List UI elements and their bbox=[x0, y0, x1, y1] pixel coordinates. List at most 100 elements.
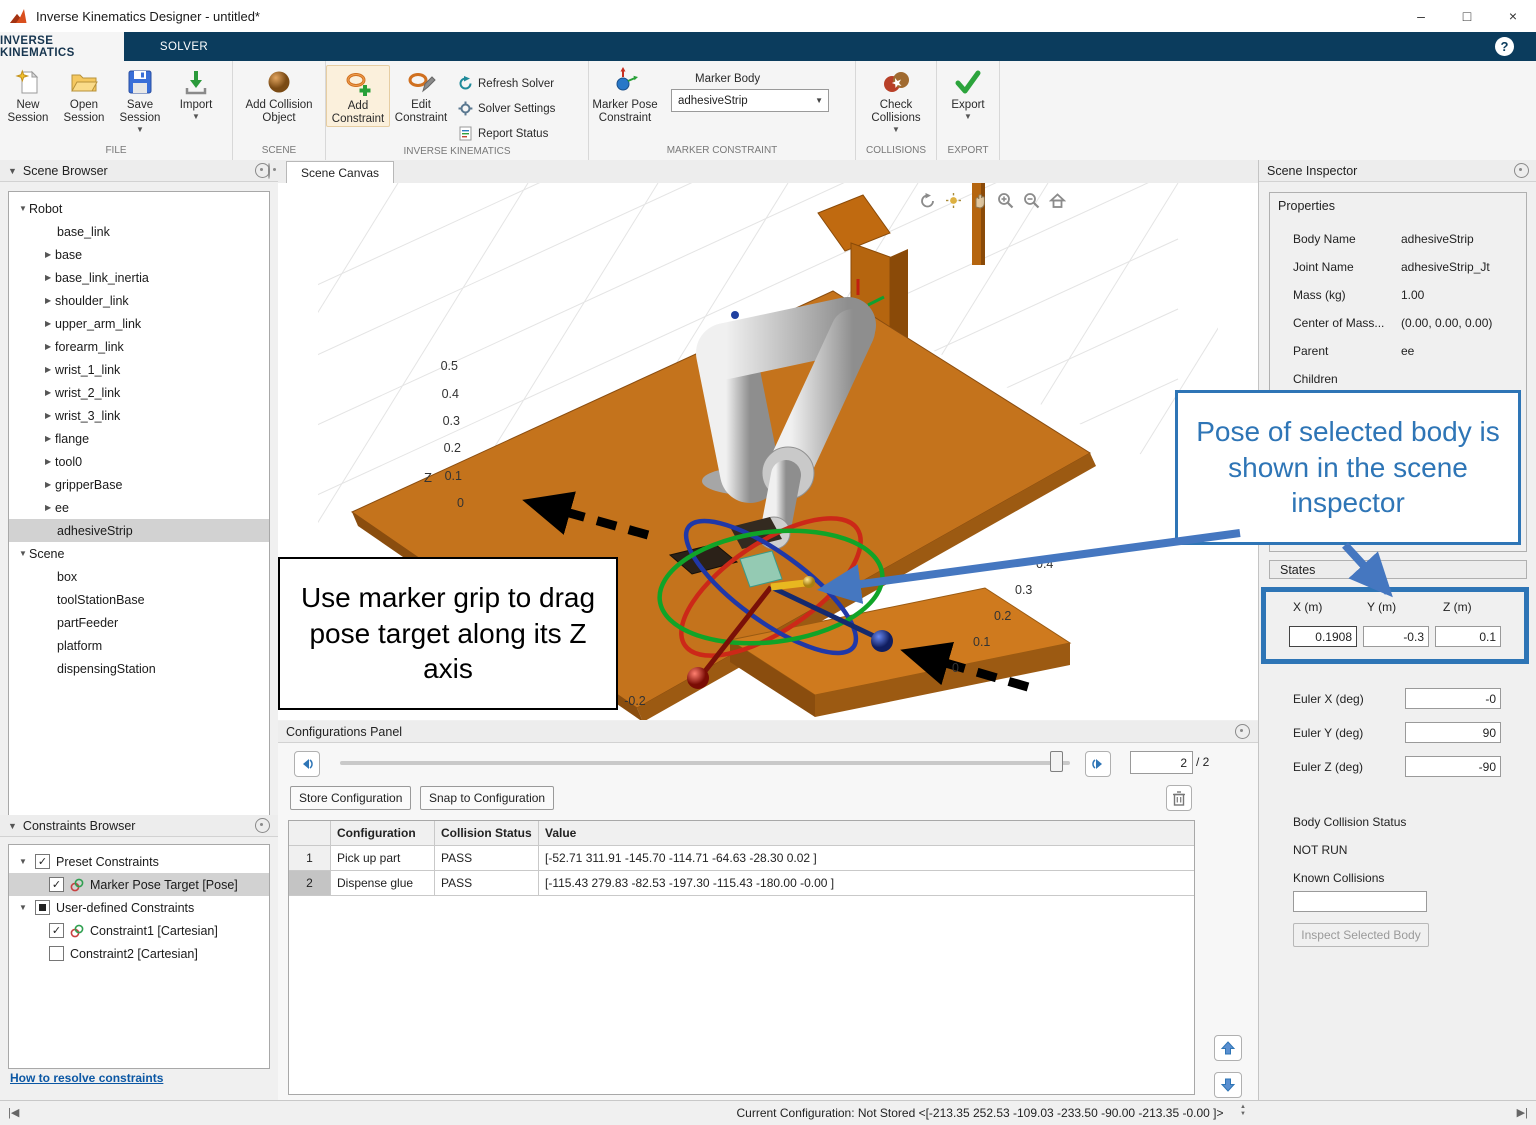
expand-panel-icon[interactable]: ▲ ▼ bbox=[1240, 1104, 1246, 1118]
lighting-icon[interactable] bbox=[944, 191, 963, 210]
move-row-down-button[interactable] bbox=[1214, 1072, 1242, 1098]
constraint2-checkbox[interactable] bbox=[49, 946, 64, 961]
tree-item-dispensingStation[interactable]: dispensingStation bbox=[9, 657, 269, 680]
check-collisions-button[interactable]: Check Collisions ▼ bbox=[862, 65, 930, 134]
panel-options-icon[interactable] bbox=[1235, 724, 1250, 739]
configuration-slider-handle[interactable] bbox=[1050, 751, 1063, 772]
tree-item-forearm-link[interactable]: ▶ forearm_link bbox=[9, 335, 269, 358]
tree-item-wrist-3-link[interactable]: ▶ wrist_3_link bbox=[9, 404, 269, 427]
save-session-button[interactable]: Save Session ▼ bbox=[112, 65, 168, 134]
close-button[interactable]: × bbox=[1490, 0, 1536, 32]
tree-item-base-link-inertia[interactable]: ▶ base_link_inertia bbox=[9, 266, 269, 289]
store-configuration-button[interactable]: Store Configuration bbox=[290, 786, 412, 810]
annotation-inspector-text: Pose of selected body is shown in the sc… bbox=[1196, 415, 1500, 519]
tree-item-ee[interactable]: ▶ ee bbox=[9, 496, 269, 519]
panel-options-icon[interactable] bbox=[255, 818, 270, 833]
constraint1-checkbox[interactable]: ✓ bbox=[49, 923, 64, 938]
move-row-up-button[interactable] bbox=[1214, 1035, 1242, 1061]
preset-constraints-node[interactable]: ▼ ✓ Preset Constraints bbox=[9, 850, 269, 873]
table-row[interactable]: 2 Dispense glue PASS [-115.43 279.83 -82… bbox=[289, 871, 1194, 896]
user-constraints-node[interactable]: ▼ User-defined Constraints bbox=[9, 896, 269, 919]
collapse-panel-icon[interactable]: ▼ bbox=[8, 821, 17, 831]
tree-item-wrist-1-link[interactable]: ▶ wrist_1_link bbox=[9, 358, 269, 381]
property-label: Mass (kg) bbox=[1293, 288, 1346, 302]
tree-item-tool0[interactable]: ▶ tool0 bbox=[9, 450, 269, 473]
z-tick: 0.4 bbox=[442, 387, 459, 401]
add-constraint-button[interactable]: Add Constraint bbox=[326, 65, 390, 127]
tree-item-flange[interactable]: ▶ flange bbox=[9, 427, 269, 450]
tab-inverse-kinematics[interactable]: INVERSE KINEMATICS bbox=[0, 32, 124, 61]
collapse-right-panel-icon[interactable]: ▶| bbox=[1517, 1106, 1528, 1119]
help-icon[interactable]: ? bbox=[1495, 37, 1514, 56]
expand-arrow-icon: ▶ bbox=[45, 434, 52, 443]
constraint1-item[interactable]: ✓ Constraint1 [Cartesian] bbox=[9, 919, 269, 942]
tree-item-wrist-2-link[interactable]: ▶ wrist_2_link bbox=[9, 381, 269, 404]
configuration-index-input[interactable]: 2 bbox=[1130, 751, 1193, 774]
tree-item-box[interactable]: box bbox=[9, 565, 269, 588]
export-button[interactable]: Export ▼ bbox=[940, 65, 996, 121]
expand-arrow-icon: ▶ bbox=[45, 388, 52, 397]
minimize-button[interactable]: – bbox=[1398, 0, 1444, 32]
known-collisions-input[interactable] bbox=[1293, 891, 1427, 912]
maximize-button[interactable]: □ bbox=[1444, 0, 1490, 32]
zoom-in-icon[interactable] bbox=[996, 191, 1015, 210]
marker-body-dropdown[interactable]: adhesiveStrip ▼ bbox=[671, 89, 829, 112]
tree-item-upper-arm-link[interactable]: ▶ upper_arm_link bbox=[9, 312, 269, 335]
tree-item-platform[interactable]: platform bbox=[9, 634, 269, 657]
solver-settings-button[interactable]: Solver Settings bbox=[452, 96, 561, 121]
marker-pose-target-item[interactable]: ✓ Marker Pose Target [Pose] bbox=[9, 873, 269, 896]
preset-constraints-checkbox[interactable]: ✓ bbox=[35, 854, 50, 869]
zoom-out-icon[interactable] bbox=[1022, 191, 1041, 210]
states-section-header: States bbox=[1269, 560, 1527, 579]
report-status-button[interactable]: Report Status bbox=[452, 121, 561, 146]
tree-item-adhesiveStrip[interactable]: adhesiveStrip bbox=[9, 519, 269, 542]
tree-node-robot[interactable]: ▼ Robot bbox=[9, 197, 269, 220]
tree-item-partFeeder[interactable]: partFeeder bbox=[9, 611, 269, 634]
new-session-button[interactable]: New Session bbox=[0, 65, 56, 125]
panel-options-icon[interactable] bbox=[268, 163, 270, 179]
pan-hand-icon[interactable] bbox=[970, 191, 989, 210]
tree-node-scene[interactable]: ▼ Scene bbox=[9, 542, 269, 565]
marker-pose-target-checkbox[interactable]: ✓ bbox=[49, 877, 64, 892]
group-collisions: Check Collisions ▼ COLLISIONS bbox=[856, 61, 937, 160]
euler-y-input[interactable]: 90 bbox=[1405, 722, 1501, 743]
configuration-slider[interactable] bbox=[340, 761, 1070, 765]
collapse-left-panel-icon[interactable]: |◀ bbox=[8, 1106, 19, 1119]
constraint2-item[interactable]: Constraint2 [Cartesian] bbox=[9, 942, 269, 965]
open-session-icon bbox=[71, 74, 98, 92]
marker-grip-red-sphere[interactable] bbox=[687, 667, 709, 689]
import-button[interactable]: Import ▼ bbox=[168, 65, 224, 121]
marker-grip-gold-sphere[interactable] bbox=[803, 576, 815, 588]
user-constraints-checkbox[interactable] bbox=[35, 900, 50, 915]
marker-grip-blue-sphere[interactable] bbox=[871, 630, 893, 652]
tab-solver[interactable]: SOLVER bbox=[124, 32, 244, 61]
inspect-selected-body-button[interactable]: Inspect Selected Body bbox=[1293, 923, 1429, 947]
marker-pose-constraint-button[interactable]: Marker Pose Constraint bbox=[589, 65, 661, 125]
panel-options-icon[interactable] bbox=[1514, 163, 1529, 178]
constraint-rings-icon bbox=[70, 924, 84, 937]
rotate-3d-icon[interactable] bbox=[918, 191, 937, 210]
next-configuration-button[interactable] bbox=[1085, 751, 1111, 777]
euler-x-input[interactable]: -0 bbox=[1405, 688, 1501, 709]
prev-configuration-button[interactable] bbox=[294, 751, 320, 777]
tree-item-gripperBase[interactable]: ▶ gripperBase bbox=[9, 473, 269, 496]
tree-item-toolStationBase[interactable]: toolStationBase bbox=[9, 588, 269, 611]
annotation-marker-text: Use marker grip to drag pose target alon… bbox=[300, 581, 596, 685]
collapse-panel-icon[interactable]: ▼ bbox=[8, 166, 17, 176]
scene-canvas-tab[interactable]: Scene Canvas bbox=[286, 161, 395, 183]
delete-configuration-button[interactable] bbox=[1166, 785, 1192, 811]
home-view-icon[interactable] bbox=[1048, 191, 1067, 210]
resolve-constraints-link[interactable]: How to resolve constraints bbox=[10, 1071, 163, 1085]
snap-to-configuration-button[interactable]: Snap to Configuration bbox=[420, 786, 555, 810]
refresh-solver-button[interactable]: Refresh Solver bbox=[452, 71, 561, 96]
tree-item-base[interactable]: ▶ base bbox=[9, 243, 269, 266]
scene-canvas[interactable]: 0.5 0.4 0.3 0.2 0.1 0 Z 0.4 0.3 0.2 0.1 … bbox=[278, 183, 1258, 720]
euler-z-input[interactable]: -90 bbox=[1405, 756, 1501, 777]
tree-item-shoulder-link[interactable]: ▶ shoulder_link bbox=[9, 289, 269, 312]
open-session-button[interactable]: Open Session bbox=[56, 65, 112, 125]
table-row[interactable]: 1 Pick up part PASS [-52.71 311.91 -145.… bbox=[289, 846, 1194, 871]
tree-label: ee bbox=[55, 500, 69, 515]
tree-item-base-link[interactable]: base_link bbox=[9, 220, 269, 243]
edit-constraint-button[interactable]: Edit Constraint bbox=[390, 65, 452, 125]
add-collision-object-button[interactable]: Add Collision Object bbox=[240, 65, 318, 125]
